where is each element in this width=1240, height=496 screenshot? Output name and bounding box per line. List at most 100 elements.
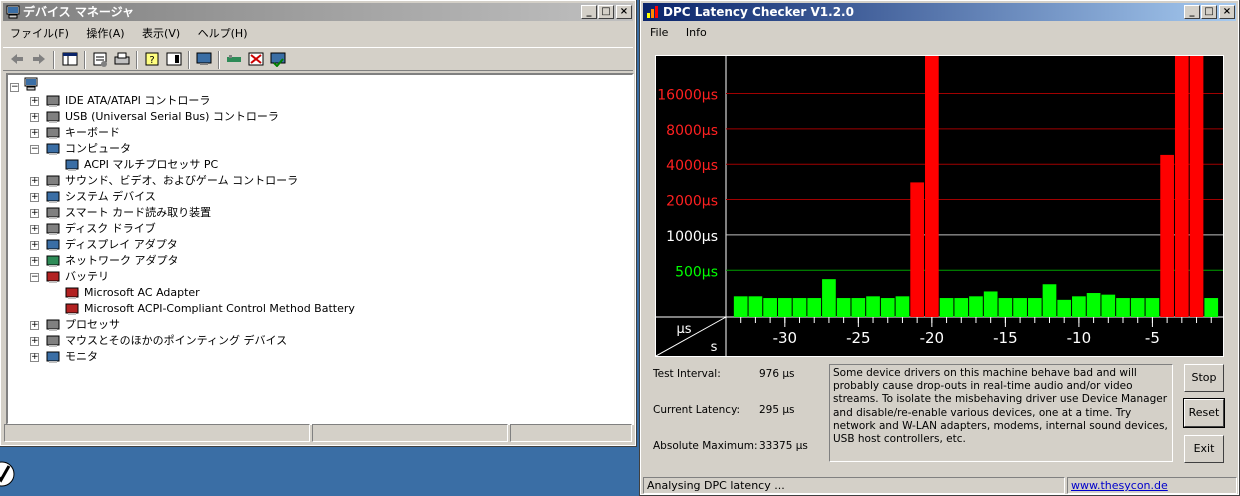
dpc-statusbar: Analysing DPC latency ... www.thesycon.d… bbox=[643, 477, 1237, 494]
y-tick-label: 16000µs bbox=[657, 87, 718, 103]
tree-item-label[interactable]: スマート カード読み取り装置 bbox=[65, 205, 211, 221]
show-hide-pane-icon[interactable] bbox=[165, 51, 183, 67]
latency-bar bbox=[1057, 299, 1072, 317]
maximize-button[interactable]: □ bbox=[598, 5, 614, 19]
status-text: Analysing DPC latency ... bbox=[643, 477, 1065, 494]
expand-toggle[interactable]: + bbox=[30, 321, 39, 330]
tree-item-label[interactable]: Microsoft ACPI-Compliant Control Method … bbox=[84, 301, 355, 317]
menu-info[interactable]: Info bbox=[679, 26, 714, 39]
latency-bar bbox=[1116, 298, 1130, 317]
latency-bar bbox=[954, 298, 969, 317]
expand-toggle[interactable]: + bbox=[30, 113, 39, 122]
latency-bar bbox=[748, 296, 763, 317]
disk-drive-icon bbox=[46, 223, 60, 235]
check-icon[interactable] bbox=[0, 460, 16, 488]
tree-item-label[interactable]: IDE ATA/ATAPI コントローラ bbox=[65, 93, 210, 109]
tree-item-label[interactable]: モニタ bbox=[65, 349, 98, 365]
tree-item-label[interactable]: Microsoft AC Adapter bbox=[84, 285, 200, 301]
dpc-title: DPC Latency Checker V1.2.0 bbox=[663, 5, 854, 19]
latency-bar bbox=[895, 296, 910, 317]
maximize-button[interactable]: □ bbox=[1201, 5, 1217, 19]
tree-item-label[interactable]: ネットワーク アダプタ bbox=[65, 253, 179, 269]
tree-item-label[interactable]: バッテリ bbox=[65, 269, 109, 285]
console-tree-icon[interactable] bbox=[61, 51, 79, 67]
tree-item-label[interactable]: USB (Universal Serial Bus) コントローラ bbox=[65, 109, 279, 125]
menu-file[interactable]: File bbox=[643, 26, 675, 39]
expand-toggle[interactable]: + bbox=[30, 97, 39, 106]
reset-button[interactable]: Reset bbox=[1183, 398, 1225, 428]
device-tree: − + IDE ATA/ATAPI コントローラ + USB (Universal S… bbox=[6, 73, 634, 425]
device-manager-statusbar bbox=[4, 424, 632, 442]
expand-toggle[interactable]: + bbox=[30, 337, 39, 346]
print-icon[interactable] bbox=[113, 51, 131, 67]
collapse-toggle[interactable]: − bbox=[10, 83, 19, 92]
absolute-maximum-label: Absolute Maximum: bbox=[653, 440, 758, 452]
back-arrow-icon[interactable] bbox=[8, 51, 26, 67]
status-pane-2 bbox=[312, 424, 508, 442]
menu-action[interactable]: 操作(A) bbox=[79, 27, 131, 40]
close-button[interactable]: × bbox=[616, 5, 632, 19]
help-icon[interactable]: ? bbox=[143, 51, 161, 67]
current-latency-label: Current Latency: bbox=[653, 404, 741, 416]
latency-meter-icon bbox=[647, 6, 658, 18]
x-tick-label: -25 bbox=[846, 329, 871, 347]
expand-toggle[interactable]: + bbox=[30, 209, 39, 218]
enable-device-icon[interactable] bbox=[269, 51, 287, 67]
tree-item-label[interactable]: キーボード bbox=[65, 125, 120, 141]
dpc-titlebar[interactable]: DPC Latency Checker V1.2.0 _ □ × bbox=[643, 3, 1236, 21]
tree-item-label[interactable]: ディスク ドライブ bbox=[65, 221, 156, 237]
latency-chart-svg: 16000µs 8000µs 4000µs 2000µs 1000µs 500µs -30 -… bbox=[655, 56, 1223, 357]
latency-bar bbox=[939, 298, 954, 317]
expand-toggle[interactable]: + bbox=[30, 257, 39, 266]
menu-help[interactable]: ヘルプ(H) bbox=[191, 27, 255, 40]
tree-item-label[interactable]: ACPI マルチプロセッサ PC bbox=[84, 157, 218, 173]
expand-toggle[interactable]: + bbox=[30, 177, 39, 186]
diagnostic-message: Some device drivers on this machine beha… bbox=[829, 364, 1173, 462]
expand-toggle[interactable]: + bbox=[30, 129, 39, 138]
tree-item-label[interactable]: サウンド、ビデオ、およびゲーム コントローラ bbox=[65, 173, 298, 189]
latency-bar bbox=[1204, 298, 1219, 317]
computer-icon bbox=[24, 77, 38, 91]
thesycon-link[interactable]: www.thesycon.de bbox=[1071, 479, 1168, 492]
expand-toggle[interactable]: + bbox=[30, 193, 39, 202]
latency-chart: 16000µs 8000µs 4000µs 2000µs 1000µs 500µs -30 -… bbox=[655, 55, 1224, 357]
stop-button[interactable]: Stop bbox=[1184, 364, 1224, 392]
minimize-button[interactable]: _ bbox=[1184, 5, 1200, 19]
mouse-icon bbox=[46, 335, 60, 347]
expand-toggle[interactable]: + bbox=[30, 353, 39, 362]
tree-item-label[interactable]: プロセッサ bbox=[65, 317, 120, 333]
properties-icon[interactable] bbox=[91, 51, 109, 67]
expand-toggle[interactable]: + bbox=[30, 225, 39, 234]
tree-item-label[interactable]: マウスとそのほかのポインティング デバイス bbox=[65, 333, 287, 349]
update-driver-icon[interactable] bbox=[225, 51, 243, 67]
latency-bar bbox=[1160, 154, 1174, 317]
expand-toggle[interactable]: − bbox=[30, 273, 39, 282]
latency-bar bbox=[1101, 294, 1116, 317]
latency-bar bbox=[1145, 298, 1160, 317]
menu-view[interactable]: 表示(V) bbox=[135, 27, 187, 40]
minimize-button[interactable]: _ bbox=[581, 5, 597, 19]
computer-icon bbox=[6, 5, 20, 19]
close-button[interactable]: × bbox=[1219, 5, 1235, 19]
menu-file[interactable]: ファイル(F) bbox=[3, 27, 76, 40]
expand-toggle[interactable]: + bbox=[30, 241, 39, 250]
x-tick-label: -20 bbox=[920, 329, 945, 347]
uninstall-icon[interactable] bbox=[247, 51, 265, 67]
tree-item-label[interactable]: コンピュータ bbox=[65, 141, 131, 157]
latency-bar bbox=[1027, 298, 1042, 317]
toolbar-separator bbox=[84, 51, 86, 69]
latency-bar bbox=[1072, 296, 1086, 317]
y-tick-label: 4000µs bbox=[666, 158, 718, 174]
tree-item-label[interactable]: ディスプレイ アダプタ bbox=[65, 237, 178, 253]
tree-item-label[interactable]: システム デバイス bbox=[65, 189, 156, 205]
device-manager-titlebar[interactable]: デバイス マネージャ _ □ × bbox=[3, 3, 633, 21]
latency-bar bbox=[1130, 298, 1145, 317]
latency-bar bbox=[910, 182, 925, 317]
exit-button[interactable]: Exit bbox=[1184, 435, 1224, 463]
expand-toggle[interactable]: − bbox=[30, 145, 39, 154]
forward-arrow-icon[interactable] bbox=[30, 51, 48, 67]
latency-bar bbox=[777, 298, 792, 317]
scan-hardware-icon[interactable] bbox=[195, 51, 213, 67]
keyboard-icon bbox=[46, 127, 60, 139]
current-latency-value: 295 µs bbox=[759, 404, 795, 416]
